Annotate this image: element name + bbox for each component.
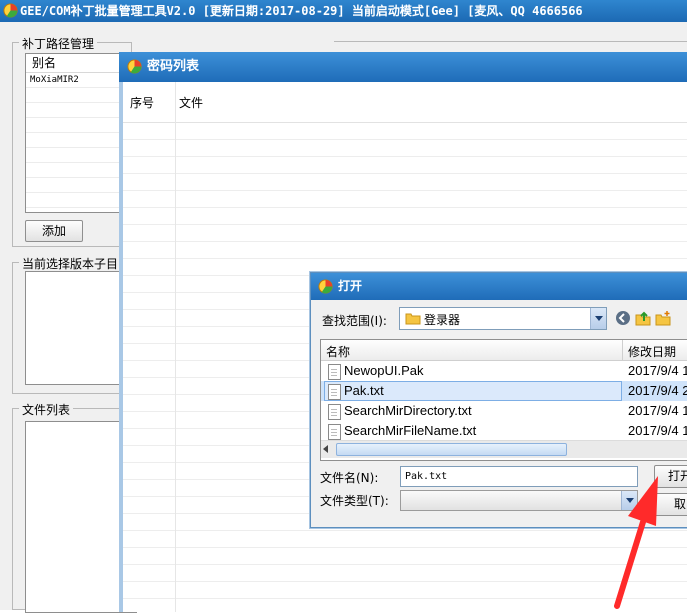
column-separator — [622, 340, 623, 360]
file-name-input[interactable]: Pak.txt — [400, 466, 638, 487]
file-row-selected[interactable]: Pak.txt 2017/9/4 2 — [321, 381, 687, 401]
password-dialog-title-bar[interactable]: 密码列表 — [119, 52, 687, 82]
open-dialog-title-bar[interactable]: 打开 — [311, 273, 687, 300]
password-dialog-title: 密码列表 — [147, 59, 200, 74]
patch-path-group-label: 补丁路径管理 — [19, 35, 98, 52]
file-row[interactable]: NewopUI.Pak 2017/9/4 1 — [321, 361, 687, 381]
file-type-combo[interactable] — [400, 490, 638, 511]
toolbar-frame — [334, 41, 687, 42]
scroll-left-icon[interactable] — [323, 445, 328, 453]
cancel-button[interactable]: 取 — [654, 493, 687, 516]
column-header-name[interactable]: 名称 — [326, 343, 350, 360]
file-name: SearchMirDirectory.txt — [344, 403, 472, 418]
file-name: NewopUI.Pak — [344, 363, 424, 378]
scrollbar-thumb[interactable] — [336, 443, 567, 456]
password-table-header: 序号 文件 — [123, 82, 687, 123]
open-button[interactable]: 打开 — [654, 465, 687, 488]
column-separator — [175, 82, 176, 612]
file-date: 2017/9/4 1 — [628, 363, 687, 378]
chevron-down-icon[interactable] — [590, 308, 606, 329]
file-name: Pak.txt — [344, 383, 384, 398]
file-list-group-label: 文件列表 — [19, 401, 74, 418]
file-date: 2017/9/4 2 — [628, 383, 687, 398]
file-icon — [328, 384, 341, 400]
file-name-label: 文件名(N): — [320, 471, 379, 485]
file-icon — [328, 364, 341, 380]
look-in-value: 登录器 — [424, 313, 461, 327]
file-name: SearchMirFileName.txt — [344, 423, 477, 438]
main-window-title: GEE/COM补丁批量管理工具V2.0 [更新日期:2017-08-29] 当前… — [20, 4, 583, 18]
column-header-index[interactable]: 序号 — [130, 94, 154, 111]
add-path-button[interactable]: 添加 — [25, 220, 83, 242]
file-icon — [328, 424, 341, 440]
version-subdir-group: 当前选择版本子目 — [12, 255, 137, 394]
new-folder-icon[interactable] — [655, 310, 671, 326]
look-in-label: 查找范围(I): — [322, 314, 387, 328]
app-icon — [318, 279, 333, 294]
folder-icon — [405, 313, 421, 325]
open-file-list[interactable]: 名称 修改日期 NewopUI.Pak 2017/9/4 1 Pak.txt 2… — [320, 339, 687, 461]
app-icon — [127, 59, 142, 74]
horizontal-scrollbar[interactable] — [321, 440, 687, 458]
patch-path-group: 补丁路径管理 别名 MoXiaMIR2 添加 — [12, 35, 137, 247]
file-row[interactable]: SearchMirDirectory.txt 2017/9/4 1 — [321, 401, 687, 421]
file-list-header: 名称 修改日期 — [321, 340, 687, 361]
file-date: 2017/9/4 1 — [628, 423, 687, 438]
column-header-modified[interactable]: 修改日期 — [628, 343, 676, 360]
file-date: 2017/9/4 1 — [628, 403, 687, 418]
up-folder-icon[interactable] — [635, 310, 651, 326]
open-dialog-title: 打开 — [338, 279, 363, 293]
file-icon — [328, 404, 341, 420]
file-type-label: 文件类型(T): — [320, 494, 389, 508]
file-row[interactable]: SearchMirFileName.txt 2017/9/4 1 — [321, 421, 687, 441]
chevron-down-icon[interactable] — [621, 491, 637, 510]
look-in-combo[interactable]: 登录器 — [399, 307, 607, 330]
app-icon — [3, 3, 18, 18]
column-header-file[interactable]: 文件 — [179, 94, 203, 111]
file-list-group: 文件列表 — [12, 401, 137, 613]
main-title-bar[interactable]: GEE/COM补丁批量管理工具V2.0 [更新日期:2017-08-29] 当前… — [0, 0, 687, 22]
back-icon[interactable] — [615, 310, 631, 326]
version-subdir-group-label: 当前选择版本子目 — [19, 255, 122, 272]
open-file-dialog: 打开 查找范围(I): 登录器 名称 修改日期 NewopUI.Pak 2017… — [310, 272, 687, 528]
